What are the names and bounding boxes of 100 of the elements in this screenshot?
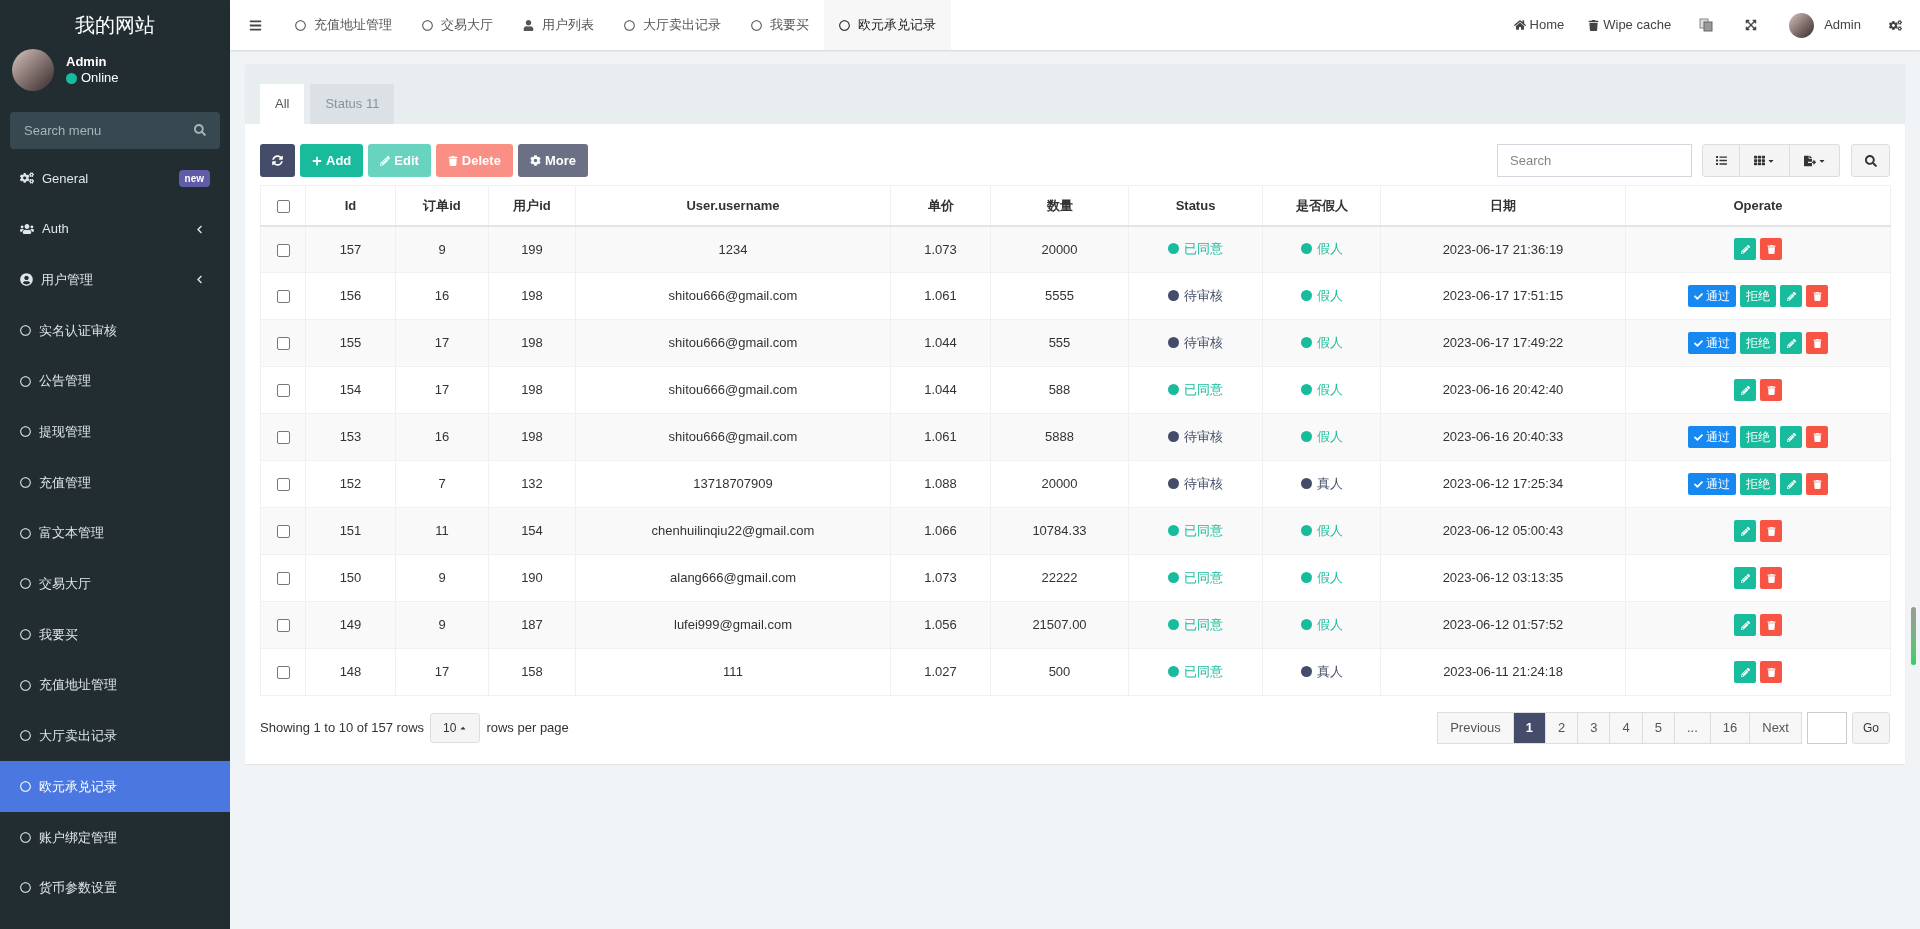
view-toggle-button[interactable] [1702, 144, 1740, 177]
table-cell: 22222 [1041, 570, 1078, 586]
sidebar-item[interactable]: 用户管理 [0, 254, 230, 306]
row-checkbox[interactable] [276, 619, 290, 633]
delete-row-button[interactable] [1806, 332, 1828, 354]
table-cell: 111 [723, 664, 743, 680]
sidebar-item[interactable]: 欧元承兑记录 [0, 761, 230, 812]
row-checkbox[interactable] [276, 525, 290, 539]
chevron-icon [195, 224, 204, 234]
search-field[interactable]: Search [1497, 144, 1692, 177]
home-link[interactable]: Home [1501, 0, 1577, 50]
filter-tab[interactable]: All [260, 84, 305, 124]
sidebar-item[interactable]: 货币参数设置 [0, 862, 230, 914]
user-menu[interactable]: Admin [1773, 0, 1877, 50]
sidebar-label: 富文本管理 [39, 524, 105, 543]
sidebar-item[interactable]: Auth [0, 203, 230, 255]
row-checkbox[interactable] [276, 666, 290, 680]
sidebar-item[interactable]: 交易大厅 [0, 558, 230, 610]
row-checkbox[interactable] [276, 572, 290, 586]
sidebar-label: 充值管理 [39, 473, 92, 492]
refresh-button[interactable] [260, 144, 295, 177]
row-checkbox[interactable] [276, 243, 290, 257]
delete-row-button[interactable] [1806, 285, 1828, 307]
page-link[interactable]: ... [1673, 712, 1711, 744]
row-checkbox[interactable] [276, 478, 290, 492]
trash-icon [1588, 19, 1600, 31]
delete-row-button[interactable] [1760, 661, 1782, 683]
nav-tab[interactable]: 大厅卖出记录 [609, 0, 736, 50]
edit-row-button[interactable] [1734, 238, 1756, 261]
search-icon[interactable] [194, 124, 206, 136]
sidebar-item[interactable]: 公告管理 [0, 355, 230, 407]
search-field[interactable]: Search menu [10, 112, 220, 149]
sidebar-item[interactable]: 账户绑定管理 [0, 811, 230, 863]
nav-tab[interactable]: 交易大厅 [407, 0, 508, 50]
status-label: 已同意 [1184, 380, 1223, 399]
search-button[interactable] [1851, 144, 1890, 177]
approve-button[interactable]: 通过 [1688, 332, 1736, 354]
edit-row-button[interactable] [1780, 332, 1802, 354]
check-icon [1694, 432, 1703, 442]
row-checkbox[interactable] [276, 290, 290, 304]
approve-button[interactable]: 通过 [1688, 426, 1736, 448]
table-cell: 198 [521, 429, 543, 445]
edit-row-button[interactable] [1780, 285, 1802, 307]
page-link[interactable]: 3 [1577, 712, 1611, 744]
row-checkbox[interactable] [276, 337, 290, 351]
sidebar-item[interactable]: 实名认证审核 [0, 305, 230, 356]
delete-row-button[interactable] [1806, 426, 1828, 448]
page-link[interactable]: 2 [1545, 712, 1579, 744]
column-header: Operate [1733, 197, 1783, 213]
export-button[interactable] [1790, 144, 1840, 177]
approve-button[interactable]: 通过 [1688, 473, 1736, 495]
page-link[interactable]: 16 [1709, 712, 1751, 744]
page-link[interactable]: 1 [1512, 712, 1546, 744]
delete-row-button[interactable] [1760, 520, 1782, 542]
table-cell: 5888 [1045, 429, 1074, 445]
delete-row-button[interactable] [1760, 238, 1782, 261]
table-cell: 588 [1048, 382, 1071, 398]
table-cell: 11 [435, 523, 449, 539]
pencil-icon [1740, 244, 1750, 254]
page-link[interactable]: Previous [1437, 712, 1514, 744]
nav-tab[interactable]: 我要买 [736, 0, 824, 50]
sidebar-label: General [42, 169, 90, 188]
delete-row-button[interactable] [1806, 473, 1828, 495]
pencil-icon [1740, 620, 1750, 630]
edit-row-button[interactable] [1780, 426, 1802, 448]
sidebar-item[interactable]: 充值管理 [0, 457, 230, 508]
status-label: 假人 [1316, 380, 1343, 399]
sidebar-item[interactable]: 富文本管理 [0, 507, 230, 559]
sidebar-item[interactable]: 我要买 [0, 609, 230, 660]
sidebar-item[interactable]: General new [0, 153, 230, 204]
sidebar-item[interactable]: 充值地址管理 [0, 659, 230, 711]
table-cell: 154 [521, 523, 543, 539]
select-all-checkbox[interactable] [276, 199, 290, 213]
page-link[interactable]: 5 [1641, 712, 1675, 744]
row-checkbox[interactable] [276, 384, 290, 398]
edit-row-button[interactable] [1734, 614, 1756, 636]
page-jump-field[interactable] [1807, 712, 1847, 744]
nav-tab[interactable]: 欧元承兑记录 [824, 0, 951, 50]
delete-row-button[interactable] [1760, 379, 1782, 401]
edit-row-button[interactable] [1734, 520, 1756, 542]
page-size-dropdown[interactable]: 10 [430, 713, 481, 743]
columns-button[interactable] [1740, 144, 1790, 177]
nav-tab[interactable]: 用户列表 [508, 0, 609, 50]
delete-row-button[interactable] [1760, 567, 1782, 589]
approve-button[interactable]: 通过 [1688, 285, 1736, 307]
sidebar-item[interactable]: 大厅卖出记录 [0, 710, 230, 762]
nav-tab[interactable]: 充值地址管理 [280, 0, 407, 50]
page-link[interactable]: Next [1749, 712, 1802, 744]
page-link[interactable]: 4 [1609, 712, 1643, 744]
column-header: 是否假人 [1295, 197, 1348, 213]
go-button[interactable]: Go [1852, 712, 1890, 744]
edit-row-button[interactable] [1734, 661, 1756, 683]
edit-row-button[interactable] [1734, 379, 1756, 401]
row-checkbox[interactable] [276, 431, 290, 445]
more-button[interactable]: More [517, 144, 588, 177]
delete-row-button[interactable] [1760, 614, 1782, 636]
sidebar-item[interactable]: 提现管理 [0, 406, 230, 458]
edit-row-button[interactable] [1780, 473, 1802, 495]
wipe-cache-link[interactable]: Wipe cache [1576, 0, 1684, 50]
edit-row-button[interactable] [1734, 567, 1756, 589]
